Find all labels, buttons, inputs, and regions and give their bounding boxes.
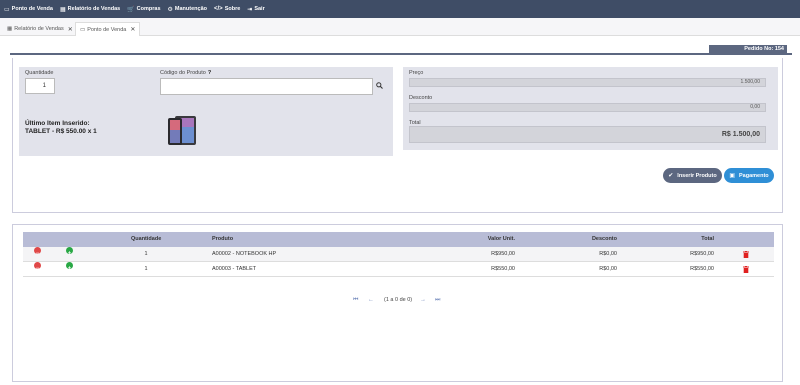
decrease-quantity-icon[interactable]: − xyxy=(34,247,41,257)
quantity-label: Quantidade xyxy=(25,70,54,76)
last-item-text: TABLET - R$ 550.00 x 1 xyxy=(25,128,97,135)
header-quantity: Quantidade xyxy=(131,236,162,242)
decrease-quantity-icon[interactable]: − xyxy=(34,262,41,272)
header-total: Total xyxy=(701,236,714,242)
table-row: − + 1 A00002 - NOTEBOOK HP R$950,00 R$0,… xyxy=(23,247,774,262)
menu-ponto-de-venda[interactable]: ▭ Ponto de Venda xyxy=(4,6,53,13)
help-icon[interactable]: ? xyxy=(208,70,211,76)
table-icon: ▦ xyxy=(7,26,13,32)
product-code-label: Código do Produto? xyxy=(160,70,211,76)
tab-label: Relatório de Vendas xyxy=(14,26,64,32)
cell-unit-price: R$550,00 xyxy=(491,266,515,272)
header-product: Produto xyxy=(212,236,234,242)
price-field: 1.500,00 xyxy=(409,78,766,87)
quantity-input[interactable]: 1 xyxy=(25,78,55,94)
cell-product: A00002 - NOTEBOOK HP xyxy=(212,251,277,257)
menu-label: Compras xyxy=(136,6,161,12)
cell-quantity: 1 xyxy=(144,266,148,272)
check-icon: ✔ xyxy=(668,173,674,179)
last-item-info: Último Item Inserido: TABLET - R$ 550.00… xyxy=(25,120,97,136)
tablet-product-image xyxy=(168,116,196,145)
menu-label: Ponto de Venda xyxy=(11,6,53,12)
price-label: Preço xyxy=(409,70,424,76)
gear-icon: ⚙ xyxy=(167,6,173,13)
cart-icon: 🛒 xyxy=(127,6,135,13)
summary-box: Preço 1.500,00 Desconto 0,00 Total R$ 1.… xyxy=(403,67,778,150)
tab-ponto-de-venda[interactable]: ▭ Ponto de Venda ✕ xyxy=(75,22,141,36)
discount-label: Desconto xyxy=(409,95,433,101)
menu-label: Sair xyxy=(254,6,265,12)
cell-discount: R$0,00 xyxy=(599,251,617,257)
monitor-icon: ▭ xyxy=(80,26,86,33)
menu-sair[interactable]: ⇥ Sair xyxy=(247,6,264,13)
payment-button[interactable]: ▣ Pagamento xyxy=(724,168,774,183)
tab-bar: ▦ Relatório de Vendas ✕ ▭ Ponto de Venda… xyxy=(0,18,800,36)
menu-sobre[interactable]: </> Sobre xyxy=(214,6,240,12)
close-icon[interactable]: ✕ xyxy=(130,26,135,33)
table-row: − + 1 A00003 - TABLET R$550,00 R$0,00 R$… xyxy=(23,262,774,277)
close-icon[interactable]: ✕ xyxy=(68,26,73,33)
product-code-label-text: Código do Produto xyxy=(160,70,206,76)
discount-field[interactable]: 0,00 xyxy=(409,103,766,112)
cell-total: R$950,00 xyxy=(690,251,714,257)
menu-manutencao[interactable]: ⚙ Manutenção xyxy=(168,6,207,13)
menu-label: Relatório de Vendas xyxy=(67,6,121,12)
menu-label: Sobre xyxy=(224,6,241,12)
header-discount: Desconto xyxy=(591,236,617,242)
search-icon[interactable] xyxy=(376,82,383,91)
product-entry-box: Quantidade 1 Código do Produto? Último I… xyxy=(19,67,393,156)
menu-label: Manutenção xyxy=(174,6,207,12)
insert-product-button[interactable]: ✔ Inserir Produto xyxy=(663,168,722,183)
last-page-icon[interactable]: ⏭ xyxy=(435,297,440,304)
increase-quantity-icon[interactable]: + xyxy=(66,262,73,272)
pager-status: (1 a 0 de 0) xyxy=(384,297,413,303)
header-divider xyxy=(10,53,792,55)
cell-unit-price: R$950,00 xyxy=(491,251,515,257)
cell-product: A00003 - TABLET xyxy=(212,266,257,272)
last-item-title: Último Item Inserido: xyxy=(25,120,90,127)
items-table-header: Quantidade Produto Valor Unit. Desconto … xyxy=(23,232,774,247)
content-area: Pedido No: 154 Quantidade 1 Código do Pr… xyxy=(0,36,800,385)
code-icon: </> xyxy=(214,6,223,12)
header-unit-price: Valor Unit. xyxy=(487,236,515,242)
prev-page-icon[interactable]: ← xyxy=(368,297,374,303)
insert-product-label: Inserir Produto xyxy=(677,172,717,179)
exit-icon: ⇥ xyxy=(247,6,253,13)
next-page-icon[interactable]: → xyxy=(420,297,426,303)
payment-label: Pagamento xyxy=(739,172,769,179)
cell-quantity: 1 xyxy=(144,251,148,257)
trash-icon[interactable] xyxy=(743,266,749,273)
money-icon: ▣ xyxy=(729,173,735,179)
increase-quantity-icon[interactable]: + xyxy=(66,247,73,257)
cell-discount: R$0,00 xyxy=(599,266,617,272)
product-code-input[interactable] xyxy=(160,78,373,95)
cell-total: R$550,00 xyxy=(690,266,714,272)
main-menubar: ▭ Ponto de Venda ▦ Relatório de Vendas 🛒 Co… xyxy=(0,0,800,18)
monitor-icon: ▭ xyxy=(4,6,10,13)
trash-icon[interactable] xyxy=(743,251,749,258)
tab-label: Ponto de Venda xyxy=(87,26,127,33)
menu-compras[interactable]: 🛒 Compras xyxy=(127,6,160,13)
tab-relatorio-de-vendas[interactable]: ▦ Relatório de Vendas ✕ xyxy=(3,22,77,36)
menu-relatorio-de-vendas[interactable]: ▦ Relatório de Vendas xyxy=(60,6,120,13)
table-icon: ▦ xyxy=(59,6,66,13)
total-field: R$ 1.500,00 xyxy=(409,126,766,143)
first-page-icon[interactable]: ⏮ xyxy=(353,297,358,304)
